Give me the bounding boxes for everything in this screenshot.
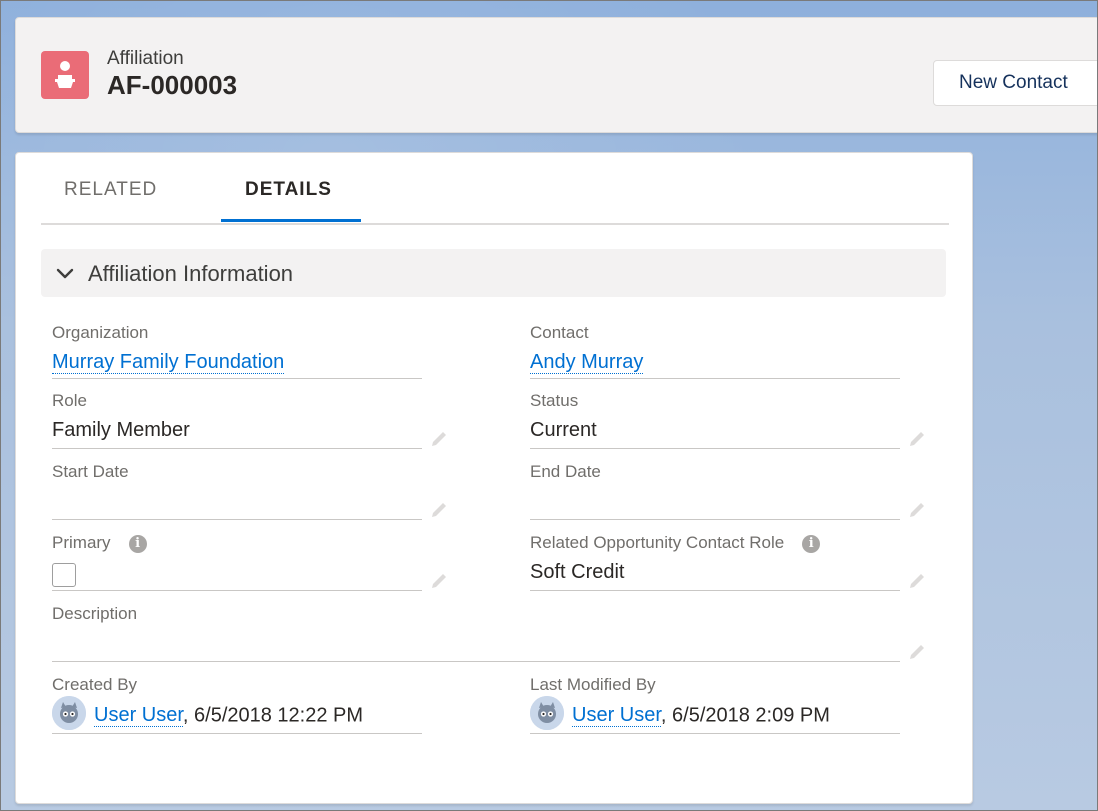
contact-link[interactable]: Andy Murray: [530, 351, 644, 374]
affiliation-object-icon: [41, 51, 89, 99]
field-label: Organization: [52, 323, 149, 342]
section-title: Affiliation Information: [88, 261, 294, 286]
field-label: Last Modified By: [530, 675, 656, 694]
field-value: Soft Credit: [530, 561, 625, 583]
field-value: Family Member: [52, 419, 190, 441]
app-frame: Affiliation AF-000003 New Contact RELATE…: [0, 0, 1098, 811]
primary-label-text: Primary: [52, 533, 111, 552]
field-related-opportunity-contact-role: Related Opportunity Contact Role i Soft C…: [530, 533, 924, 591]
field-label: Status: [530, 391, 579, 410]
field-status: Status Current: [530, 391, 924, 449]
edit-pencil-icon[interactable]: [430, 569, 450, 589]
primary-checkbox[interactable]: [52, 563, 76, 587]
chevron-down-icon: [56, 268, 74, 279]
edit-pencil-icon[interactable]: [908, 640, 928, 660]
record-title: AF-000003: [107, 70, 238, 100]
last-modified-by-timestamp: , 6/5/2018 2:09 PM: [660, 704, 830, 727]
info-icon[interactable]: i: [128, 535, 147, 553]
field-role: Role Family Member: [52, 391, 446, 449]
field-label: Created By: [52, 675, 138, 694]
field-organization: Organization Murray Family Foundation: [52, 323, 422, 379]
object-type-label: Affiliation: [107, 48, 184, 69]
related-opp-role-label-text: Related Opportunity Contact Role: [530, 533, 785, 552]
created-by-user-link[interactable]: User User: [94, 704, 183, 728]
avatar[interactable]: [530, 696, 564, 730]
field-label: Description: [52, 604, 138, 623]
field-label: Related Opportunity Contact Role i: [530, 533, 821, 553]
field-label: End Date: [530, 462, 601, 481]
tab-bar: RELATED DETAILS: [41, 153, 949, 225]
field-last-modified-by: Last Modified By User User, 6/5/2018 2:0…: [530, 675, 900, 734]
field-description: Description: [52, 604, 924, 662]
last-modified-by-user-link[interactable]: User User: [572, 704, 661, 728]
created-by-timestamp: , 6/5/2018 12:22 PM: [182, 704, 364, 727]
edit-pencil-icon[interactable]: [908, 427, 928, 447]
active-tab-indicator: [221, 219, 361, 222]
field-created-by: Created By User User, 6/5/2018 12:22 PM: [52, 675, 422, 734]
section-header-affiliation-information[interactable]: Affiliation Information: [41, 249, 946, 297]
field-value: Andy Murray: [530, 351, 644, 374]
field-end-date: End Date: [530, 462, 924, 520]
avatar[interactable]: [52, 696, 86, 730]
field-label: Role: [52, 391, 87, 410]
field-label: Start Date: [52, 462, 129, 481]
edit-pencil-icon[interactable]: [908, 569, 928, 589]
info-icon[interactable]: i: [802, 535, 821, 553]
edit-pencil-icon[interactable]: [908, 498, 928, 518]
record-header: Affiliation AF-000003 New Contact: [15, 17, 1097, 133]
tab-related[interactable]: RELATED: [64, 179, 157, 201]
details-card: RELATED DETAILS Affiliation Information …: [15, 152, 973, 804]
field-start-date: Start Date: [52, 462, 446, 520]
field-value: User User, 6/5/2018 2:09 PM: [530, 696, 830, 733]
organization-link[interactable]: Murray Family Foundation: [52, 351, 285, 374]
edit-pencil-icon[interactable]: [430, 427, 450, 447]
tab-details[interactable]: DETAILS: [245, 179, 332, 201]
field-contact: Contact Andy Murray: [530, 323, 900, 379]
field-value: Current: [530, 419, 597, 441]
field-value: Murray Family Foundation: [52, 351, 285, 374]
field-label: Primary i: [52, 533, 147, 553]
field-primary: Primary i: [52, 533, 446, 591]
field-value: User User, 6/5/2018 12:22 PM: [52, 696, 364, 733]
field-label: Contact: [530, 323, 589, 342]
edit-pencil-icon[interactable]: [430, 498, 450, 518]
new-contact-button[interactable]: New Contact: [933, 60, 1097, 106]
